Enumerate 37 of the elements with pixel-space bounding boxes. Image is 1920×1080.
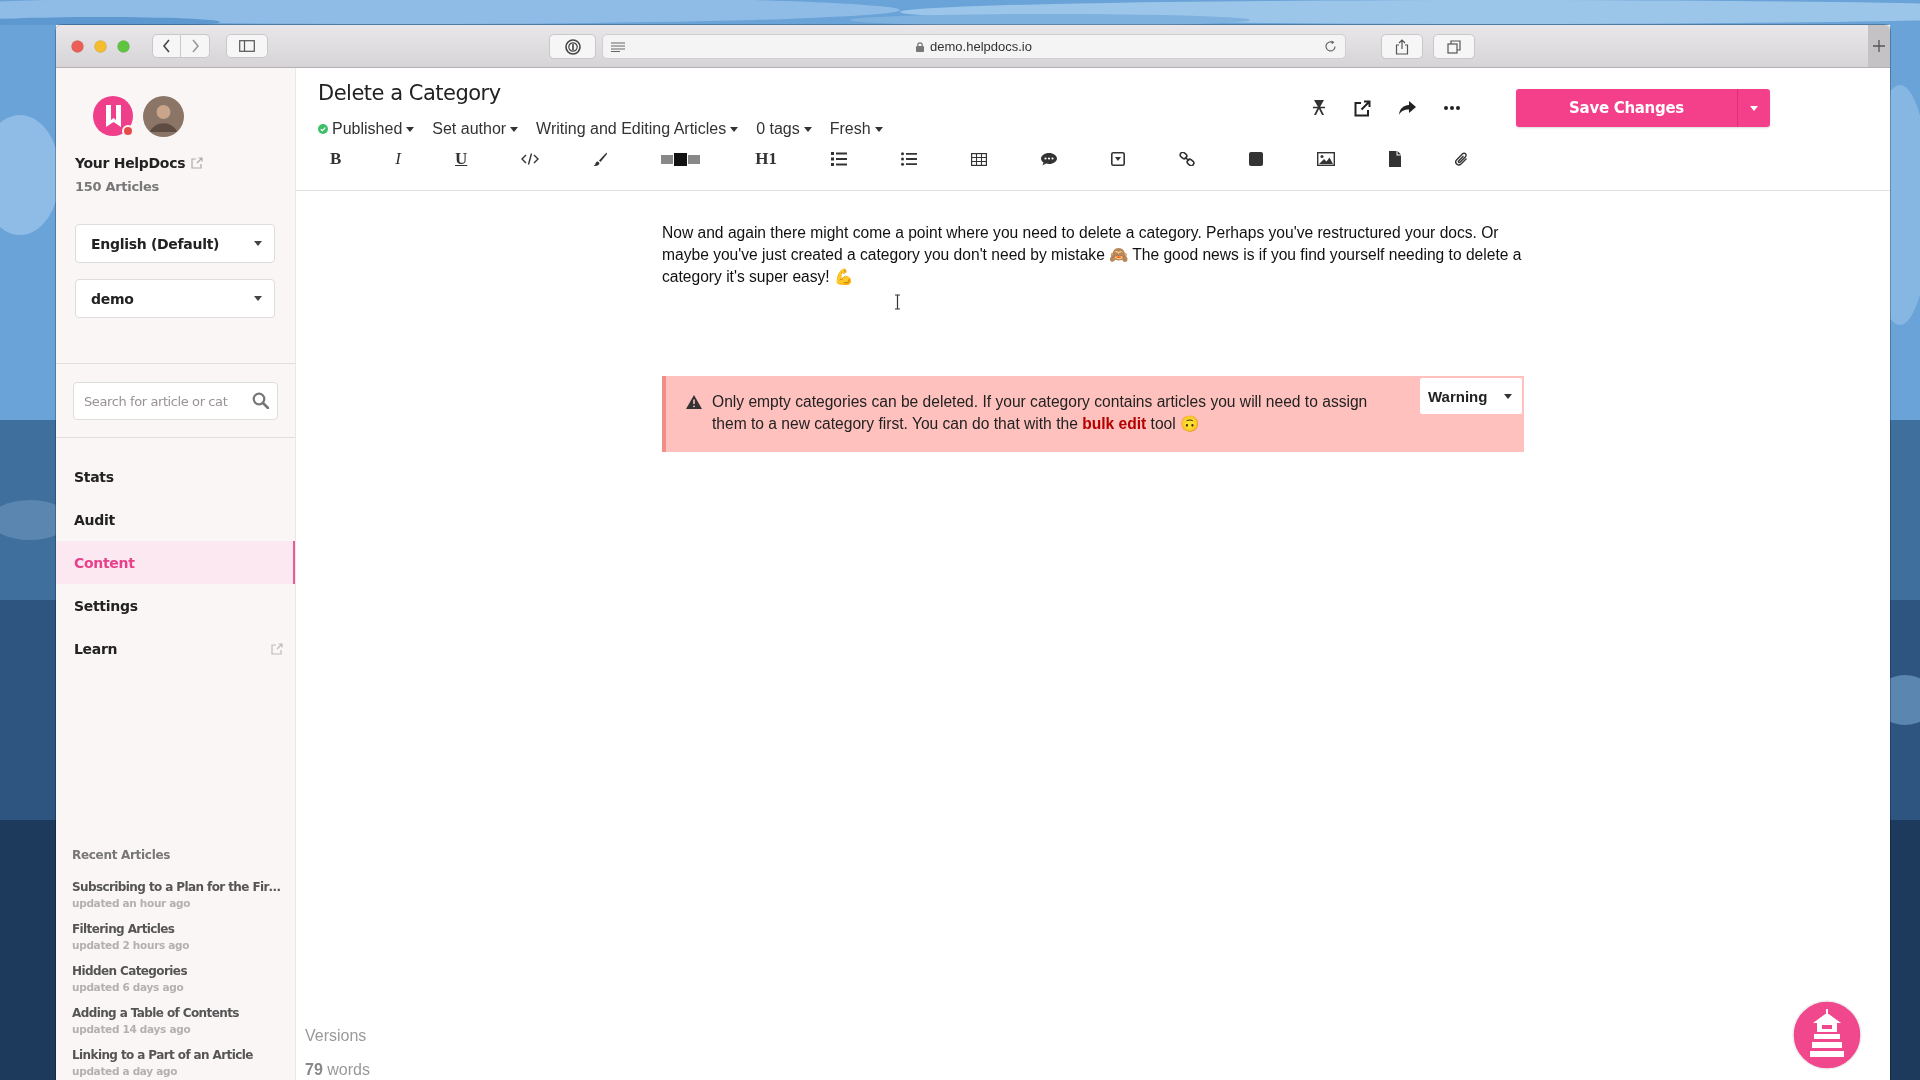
heading-button[interactable]: H1 bbox=[755, 147, 778, 171]
nav-item[interactable]: Stats bbox=[56, 455, 295, 498]
brand-name[interactable]: Your HelpDocs bbox=[75, 153, 186, 173]
article-paragraph: Now and again there might come a point where you need to delete a category. Perhaps you've restructured your docs. Or maybe you've just created a category you don't need by mistake 🙈 The good news is if you find yourself needing to delete a category it's super easy! 💪 bbox=[662, 223, 1523, 287]
nav-item[interactable]: Learn bbox=[56, 627, 295, 670]
article-count: 150 Articles bbox=[75, 178, 160, 196]
meta-dropdown[interactable]: Fresh bbox=[829, 120, 883, 138]
underline-button[interactable]: U bbox=[455, 147, 468, 171]
italic-button[interactable]: I bbox=[395, 147, 401, 171]
recent-article-link[interactable]: Linking to a Part of an Article bbox=[72, 1047, 253, 1064]
nav-item[interactable]: Audit bbox=[56, 498, 295, 541]
word-count: 79 words bbox=[305, 1060, 370, 1080]
updated-time: updated 14 days ago bbox=[72, 1022, 192, 1037]
updated-time: updated a day ago bbox=[72, 1064, 179, 1079]
updated-time: updated 6 days ago bbox=[72, 980, 185, 995]
select-dropdown[interactable]: English (Default) bbox=[75, 224, 275, 263]
callout-text: Only empty categories can be deleted. If your category contains articles you will need to assign them to a new category first. You can do that with the bulk edit tool 🙃 bbox=[712, 392, 1369, 434]
meta-dropdown[interactable]: 0 tags bbox=[756, 120, 812, 138]
recent-article-link[interactable]: Filtering Articles bbox=[72, 921, 175, 938]
recent-article-link[interactable]: Subscribing to a Plan for the Fir… bbox=[72, 879, 281, 896]
updated-time: updated an hour ago bbox=[72, 896, 192, 911]
search-field[interactable]: Search for article or cat bbox=[73, 382, 278, 420]
meta-dropdown[interactable]: Writing and Editing Articles bbox=[536, 120, 739, 138]
callout-type-dropdown[interactable]: Warning bbox=[1420, 378, 1522, 414]
recent-article-link[interactable]: Hidden Categories bbox=[72, 963, 187, 980]
bold-button[interactable]: B bbox=[330, 147, 342, 171]
article-title: Delete a Category bbox=[318, 80, 502, 107]
save-button[interactable]: Save Changes bbox=[1516, 89, 1737, 127]
recent-article-link[interactable]: Adding a Table of Contents bbox=[72, 1005, 239, 1022]
status-dropdown[interactable]: Published bbox=[318, 120, 415, 138]
updated-time: updated 2 hours ago bbox=[72, 938, 191, 953]
section-heading: Recent Articles bbox=[72, 847, 172, 864]
select-dropdown[interactable]: demo bbox=[75, 279, 275, 318]
meta-dropdown[interactable]: Set author bbox=[432, 120, 519, 138]
url-text: demo.helpdocs.io bbox=[930, 39, 1032, 54]
address-bar[interactable]: demo.helpdocs.io bbox=[602, 34, 1346, 59]
nav-item[interactable]: Settings bbox=[56, 584, 295, 627]
